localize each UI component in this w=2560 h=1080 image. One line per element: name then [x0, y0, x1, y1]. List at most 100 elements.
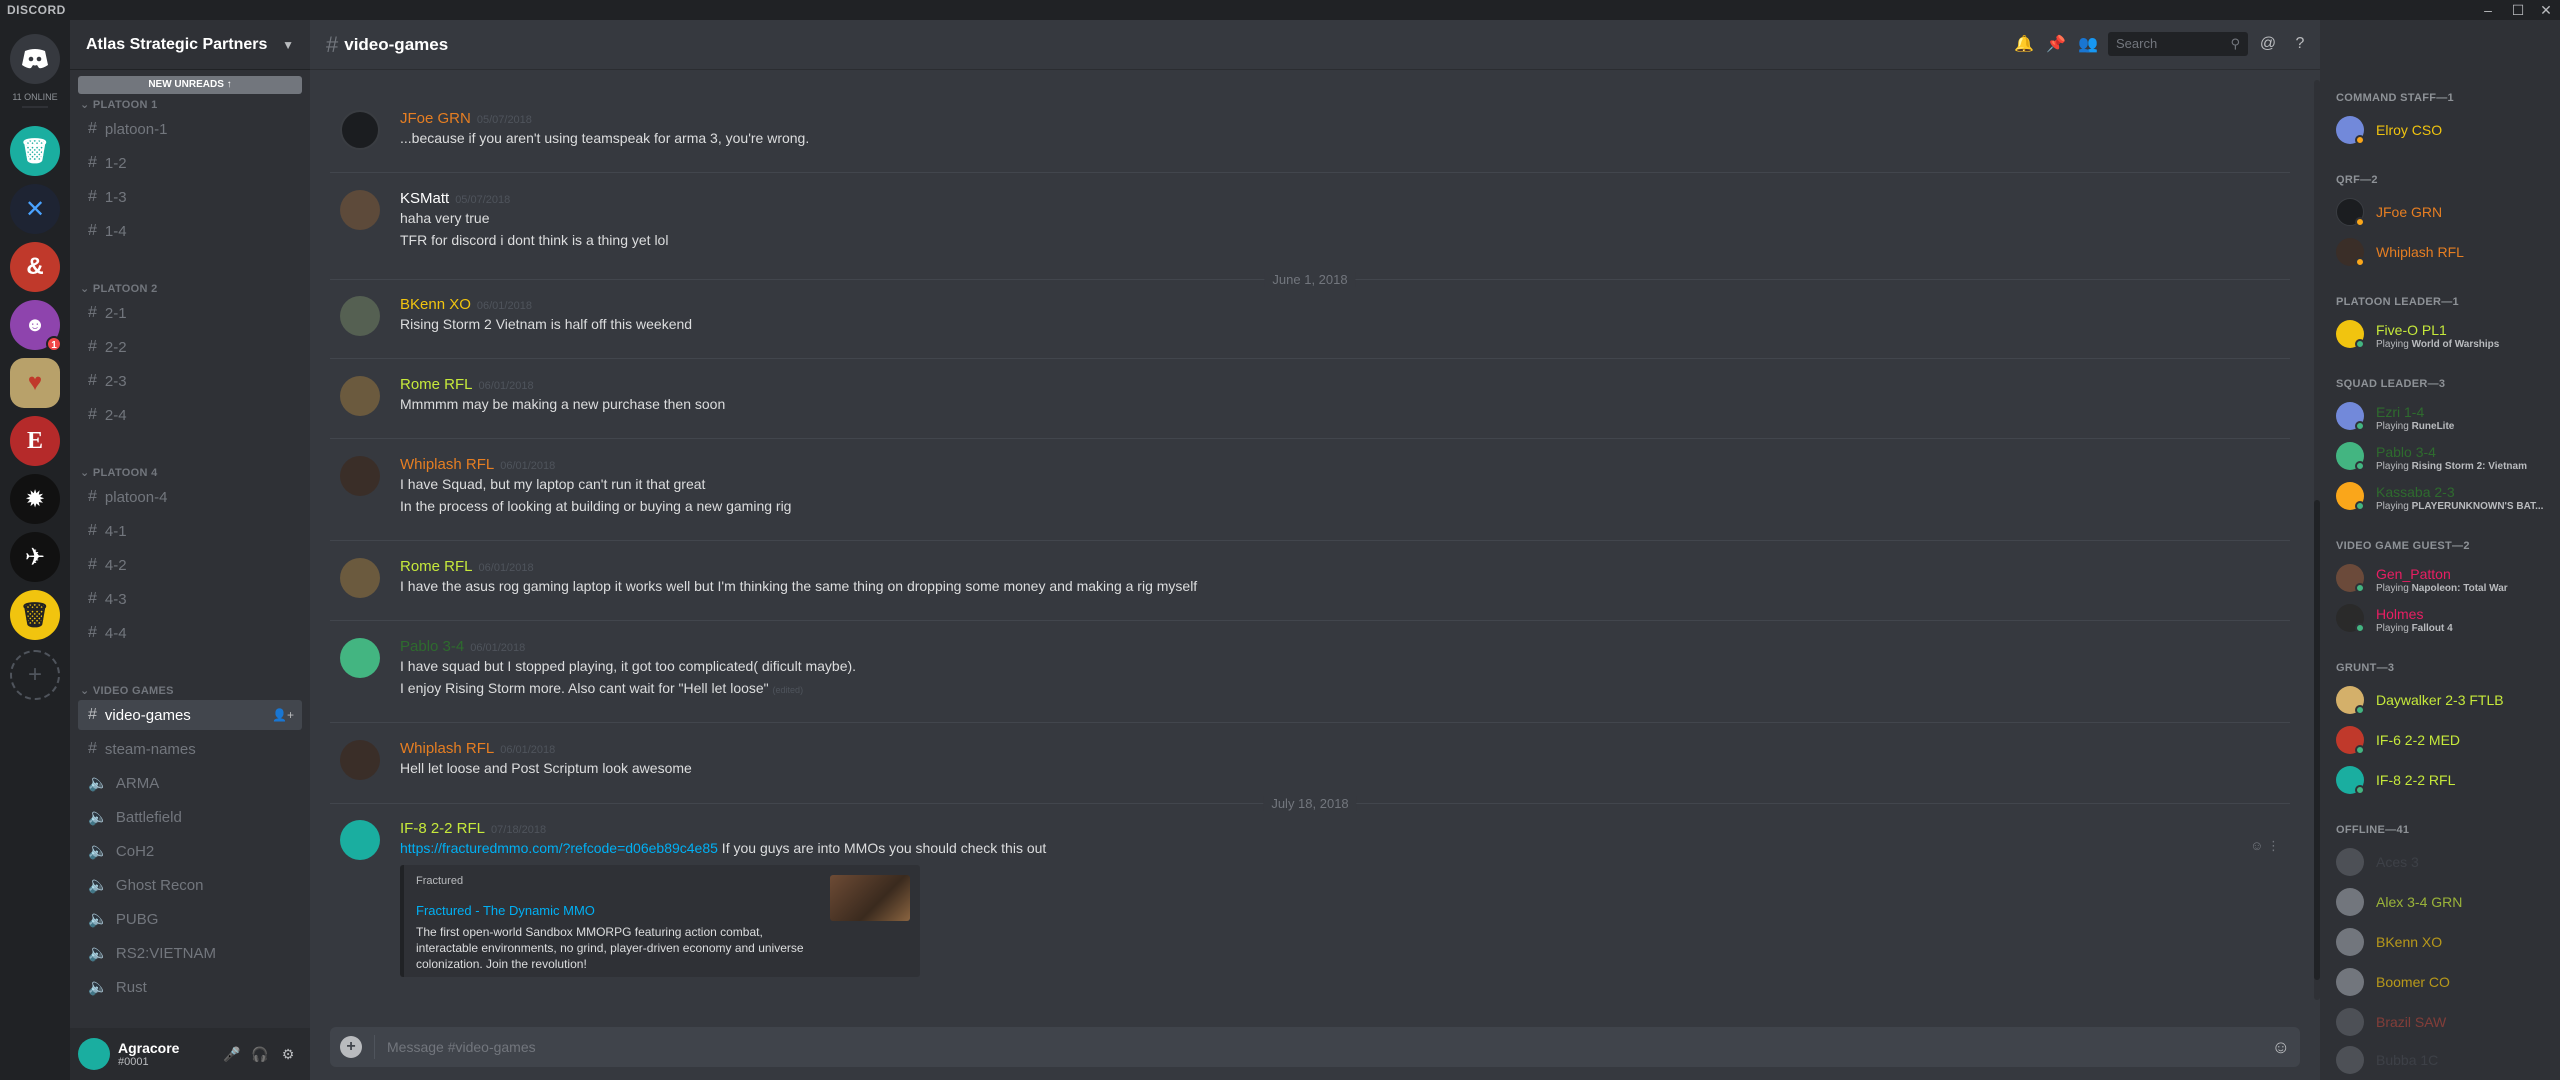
channel-1-3[interactable]: #1-3 [78, 182, 302, 212]
member-item[interactable]: Kassaba 2-3 Playing PLAYERUNKNOWN'S BAT..… [2336, 476, 2556, 516]
server-cross-icon[interactable]: ✕ [10, 184, 60, 234]
message-author[interactable]: Pablo 3-4 [400, 638, 464, 655]
message-input[interactable]: Message #video-games [387, 1039, 2272, 1055]
minimize-icon[interactable]: – [2476, 0, 2500, 20]
message-author[interactable]: Whiplash RFL [400, 456, 494, 473]
member-item[interactable]: Brazil SAW [2336, 1002, 2556, 1042]
member-item[interactable]: Alex 3-4 GRN [2336, 882, 2556, 922]
message-author[interactable]: Rome RFL [400, 376, 473, 393]
message-author[interactable]: JFoe GRN [400, 110, 471, 127]
channel-pubg[interactable]: 🔈 PUBG [78, 904, 302, 934]
channel-steam-names[interactable]: # steam-names [78, 734, 302, 764]
guild-header[interactable]: Atlas Strategic Partners ▼ [70, 20, 310, 70]
emoji-icon[interactable]: ☺ [2272, 1037, 2290, 1058]
channel-video-games[interactable]: # video-games 👤+ [78, 700, 302, 730]
member-item[interactable]: Daywalker 2-3 FTLB [2336, 680, 2556, 720]
category-platoon-4[interactable]: ⌄ PLATOON 4 [80, 466, 158, 479]
new-unreads-button[interactable]: NEW UNREADS ↑ [78, 76, 302, 94]
avatar[interactable] [340, 558, 380, 598]
pin-icon[interactable]: 📌 [2044, 34, 2068, 54]
avatar[interactable] [340, 296, 380, 336]
more-options-icon[interactable]: ⋮ [2267, 838, 2280, 853]
channel-ghost-recon[interactable]: 🔈 Ghost Recon [78, 870, 302, 900]
server-purple-icon[interactable]: ☻ 1 [10, 300, 62, 352]
server-wolf-icon[interactable]: ✈ [10, 532, 60, 582]
channel-4-4[interactable]: #4-4 [78, 618, 302, 648]
message-author[interactable]: BKenn XO [400, 296, 471, 313]
members-icon[interactable]: 👥 [2076, 34, 2100, 54]
channel-2-1[interactable]: #2-1 [78, 298, 302, 328]
channel-rust[interactable]: 🔈 Rust [78, 972, 302, 1002]
bell-icon[interactable]: 🔔 [2012, 34, 2036, 54]
channel-coh2[interactable]: 🔈 CoH2 [78, 836, 302, 866]
member-item[interactable]: Five-O PL1 Playing World of Warships [2336, 314, 2556, 354]
server-heart-icon[interactable]: ♥ [10, 358, 60, 408]
server-trash-yellow-icon[interactable]: 🗑 [10, 590, 60, 640]
channel-4-2[interactable]: #4-2 [78, 550, 302, 580]
member-item[interactable]: Elroy CSO [2336, 110, 2556, 150]
channel-arma[interactable]: 🔈 ARMA [78, 768, 302, 798]
avatar[interactable] [340, 740, 380, 780]
member-item[interactable]: Gen_Patton Playing Napoleon: Total War [2336, 558, 2556, 598]
server-e-icon[interactable]: E [10, 416, 60, 466]
channel-battlefield[interactable]: 🔈 Battlefield [78, 802, 302, 832]
channel-platoon-1[interactable]: # platoon-1 [78, 114, 302, 144]
member-item[interactable]: Holmes Playing Fallout 4 [2336, 598, 2556, 638]
category-video-games[interactable]: ⌄ VIDEO GAMES [80, 684, 174, 697]
member-item[interactable]: Whiplash RFL [2336, 232, 2556, 272]
avatar[interactable] [340, 190, 380, 230]
server-dnd-icon[interactable]: & [10, 242, 60, 292]
add-reaction-icon[interactable]: ☺ [2250, 838, 2263, 853]
member-category: OFFLINE—41 [2336, 824, 2410, 836]
member-item[interactable]: Pablo 3-4 Playing Rising Storm 2: Vietnam [2336, 436, 2556, 476]
avatar[interactable] [78, 1038, 110, 1070]
member-item[interactable]: Aces 3 [2336, 842, 2556, 882]
channel-2-2[interactable]: #2-2 [78, 332, 302, 362]
channel-1-2[interactable]: #1-2 [78, 148, 302, 178]
close-icon[interactable]: ✕ [2534, 0, 2558, 20]
category-platoon-2[interactable]: ⌄ PLATOON 2 [80, 282, 158, 295]
channel-4-3[interactable]: #4-3 [78, 584, 302, 614]
channel-2-3[interactable]: #2-3 [78, 366, 302, 396]
message-link[interactable]: https://fracturedmmo.com/?refcode=d06eb8… [400, 840, 718, 856]
channel-2-4[interactable]: #2-4 [78, 400, 302, 430]
channel-platoon-4[interactable]: # platoon-4 [78, 482, 302, 512]
headphones-icon[interactable]: 🎧 [246, 1046, 274, 1063]
member-item[interactable]: Bubba 1C [2336, 1040, 2556, 1076]
category-platoon-1[interactable]: ⌄ PLATOON 1 [80, 98, 158, 111]
member-item[interactable]: Ezri 1-4 Playing RuneLite [2336, 396, 2556, 436]
channel-rs2-vietnam[interactable]: 🔈 RS2:VIETNAM [78, 938, 302, 968]
server-trash-teal-icon[interactable]: 🗑 [10, 126, 60, 176]
message-author[interactable]: IF-8 2-2 RFL [400, 820, 485, 837]
member-item[interactable]: BKenn XO [2336, 922, 2556, 962]
member-item[interactable]: Boomer CO [2336, 962, 2556, 1002]
avatar[interactable] [340, 110, 380, 150]
embed-thumbnail[interactable] [830, 875, 910, 921]
add-server-icon[interactable]: + [10, 650, 60, 700]
gear-icon[interactable]: ⚙ [274, 1046, 302, 1063]
microphone-icon[interactable]: 🎤 [218, 1046, 246, 1063]
message-author[interactable]: Whiplash RFL [400, 740, 494, 757]
upload-plus-icon[interactable]: + [340, 1036, 362, 1058]
avatar[interactable] [340, 638, 380, 678]
avatar[interactable] [340, 376, 380, 416]
message-composer[interactable]: + Message #video-games ☺ [330, 1027, 2300, 1067]
member-item[interactable]: JFoe GRN [2336, 192, 2556, 232]
channel-1-4[interactable]: #1-4 [78, 216, 302, 246]
invite-icon[interactable]: 👤+ [272, 708, 294, 722]
member-item[interactable]: IF-8 2-2 RFL [2336, 760, 2556, 800]
search-input[interactable]: Search ⚲ [2108, 32, 2248, 56]
member-item[interactable]: IF-6 2-2 MED [2336, 720, 2556, 760]
home-discord-icon[interactable] [10, 34, 60, 84]
server-sun-icon[interactable]: ✹ [10, 474, 60, 524]
avatar[interactable] [340, 456, 380, 496]
avatar[interactable] [340, 820, 380, 860]
message-author[interactable]: KSMatt [400, 190, 449, 207]
username: Agracore [118, 1040, 180, 1056]
status-online-icon [2355, 501, 2365, 511]
message-author[interactable]: Rome RFL [400, 558, 473, 575]
channel-4-1[interactable]: #4-1 [78, 516, 302, 546]
mention-icon[interactable]: @ [2256, 35, 2280, 53]
maximize-icon[interactable]: ☐ [2506, 0, 2530, 20]
help-icon[interactable]: ? [2288, 35, 2312, 53]
